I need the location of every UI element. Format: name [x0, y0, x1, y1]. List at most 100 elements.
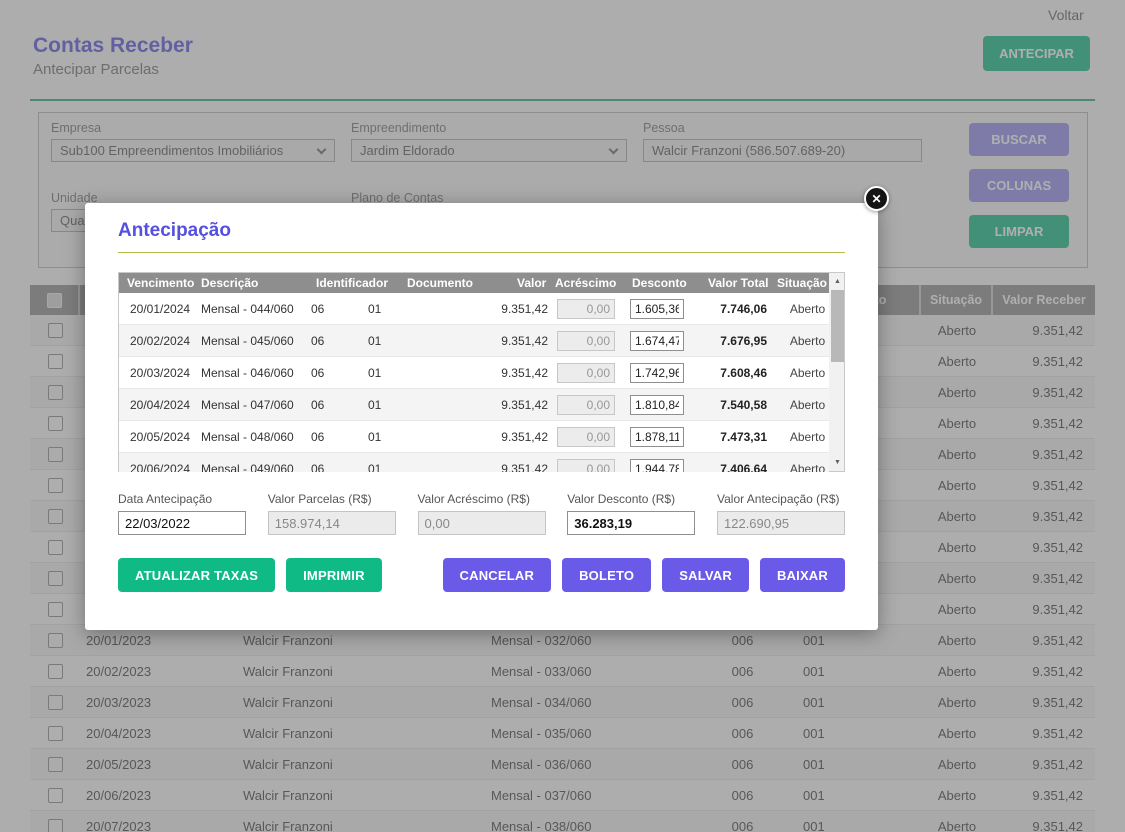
cell-acrescimo: [554, 395, 626, 415]
cell-vencimento: 20/06/2024: [119, 462, 201, 473]
acrescimo-input: [557, 459, 615, 473]
cell-situacao: Aberto: [786, 462, 829, 473]
cell-desconto: [626, 459, 698, 473]
cell-situacao: Aberto: [786, 366, 829, 380]
valor-parcelas-field-label: Valor Parcelas (R$): [268, 492, 396, 506]
col-valor-total: Valor Total: [708, 273, 768, 293]
cell-valor-total: 7.406,64: [698, 462, 786, 473]
data-antecipacao-field-input[interactable]: [118, 511, 246, 535]
cell-documento: 01: [353, 430, 420, 444]
cell-desconto: [626, 299, 698, 319]
data-antecipacao-field-label: Data Antecipação: [118, 492, 246, 506]
close-button[interactable]: ✕: [864, 186, 889, 211]
atualizar-taxas-button[interactable]: ATUALIZAR TAXAS: [118, 558, 275, 592]
cell-valor-total: 7.608,46: [698, 366, 786, 380]
summary-fields: Data Antecipação Valor Parcelas (R$) Valor…: [118, 492, 845, 535]
cell-situacao: Aberto: [786, 334, 829, 348]
cell-documento: 01: [353, 302, 420, 316]
cell-acrescimo: [554, 427, 626, 447]
col-identificador: Identificador: [316, 273, 388, 293]
installment-row: 20/02/2024Mensal - 045/06006019.351,427.…: [119, 325, 829, 357]
modal-title-divider: [118, 252, 845, 253]
scroll-up-icon[interactable]: ▲: [829, 274, 846, 289]
cell-valor: 9.351,42: [420, 398, 554, 412]
cell-identificador: 06: [311, 302, 353, 316]
cell-desconto: [626, 363, 698, 383]
imprimir-button[interactable]: IMPRIMIR: [286, 558, 382, 592]
cell-valor-total: 7.676,95: [698, 334, 786, 348]
desconto-input[interactable]: [630, 363, 684, 383]
valor-desconto-field: Valor Desconto (R$): [567, 492, 695, 535]
cell-descricao: Mensal - 049/060: [201, 462, 311, 473]
col-desconto: Desconto: [632, 273, 687, 293]
installment-row: 20/05/2024Mensal - 048/06006019.351,427.…: [119, 421, 829, 453]
cell-documento: 01: [353, 462, 420, 473]
cancelar-button[interactable]: CANCELAR: [443, 558, 552, 592]
cell-situacao: Aberto: [786, 430, 829, 444]
col-vencimento: Vencimento: [127, 273, 194, 293]
cell-desconto: [626, 331, 698, 351]
installments-table-header: Vencimento Descrição Identificador Docum…: [119, 273, 829, 293]
cell-descricao: Mensal - 047/060: [201, 398, 311, 412]
salvar-button[interactable]: SALVAR: [662, 558, 749, 592]
baixar-button[interactable]: BAIXAR: [760, 558, 845, 592]
col-descricao: Descrição: [201, 273, 258, 293]
cell-valor-total: 7.473,31: [698, 430, 786, 444]
valor-parcelas-field-input: [268, 511, 396, 535]
valor-parcelas-field: Valor Parcelas (R$): [268, 492, 396, 535]
scrollbar-thumb[interactable]: [831, 290, 844, 362]
valor-acrescimo-field: Valor Acréscimo (R$): [418, 492, 546, 535]
cell-descricao: Mensal - 045/060: [201, 334, 311, 348]
valor-acrescimo-field-label: Valor Acréscimo (R$): [418, 492, 546, 506]
boleto-button[interactable]: BOLETO: [562, 558, 651, 592]
cell-documento: 01: [353, 398, 420, 412]
installment-row: 20/01/2024Mensal - 044/06006019.351,427.…: [119, 293, 829, 325]
installment-row: 20/04/2024Mensal - 047/06006019.351,427.…: [119, 389, 829, 421]
table-scrollbar[interactable]: ▲ ▼: [829, 273, 844, 471]
desconto-input[interactable]: [630, 395, 684, 415]
acrescimo-input: [557, 331, 615, 351]
cell-acrescimo: [554, 363, 626, 383]
cell-valor: 9.351,42: [420, 462, 554, 473]
installments-table-body: 20/01/2024Mensal - 044/06006019.351,427.…: [119, 293, 829, 472]
cell-descricao: Mensal - 046/060: [201, 366, 311, 380]
desconto-input[interactable]: [630, 459, 684, 473]
acrescimo-input: [557, 427, 615, 447]
scroll-down-icon[interactable]: ▼: [829, 455, 846, 470]
valor-desconto-field-label: Valor Desconto (R$): [567, 492, 695, 506]
cell-documento: 01: [353, 334, 420, 348]
cell-situacao: Aberto: [786, 398, 829, 412]
desconto-input[interactable]: [630, 427, 684, 447]
installments-table: Vencimento Descrição Identificador Docum…: [118, 272, 845, 472]
cell-valor: 9.351,42: [420, 430, 554, 444]
cell-valor: 9.351,42: [420, 334, 554, 348]
cell-documento: 01: [353, 366, 420, 380]
cell-acrescimo: [554, 331, 626, 351]
antecipacao-modal: ✕ Antecipação Vencimento Descrição Ident…: [85, 203, 878, 630]
cell-vencimento: 20/03/2024: [119, 366, 201, 380]
modal-title: Antecipação: [118, 220, 231, 242]
col-acrescimo: Acréscimo: [555, 273, 616, 293]
cell-acrescimo: [554, 299, 626, 319]
valor-antecipacao-field: Valor Antecipação (R$): [717, 492, 845, 535]
data-antecipacao-field: Data Antecipação: [118, 492, 246, 535]
cell-identificador: 06: [311, 462, 353, 473]
cell-valor: 9.351,42: [420, 366, 554, 380]
cell-vencimento: 20/05/2024: [119, 430, 201, 444]
cell-desconto: [626, 427, 698, 447]
col-documento: Documento: [407, 273, 473, 293]
desconto-input[interactable]: [630, 299, 684, 319]
cell-vencimento: 20/04/2024: [119, 398, 201, 412]
cell-desconto: [626, 395, 698, 415]
cell-acrescimo: [554, 459, 626, 473]
close-icon: ✕: [871, 192, 881, 206]
cell-vencimento: 20/02/2024: [119, 334, 201, 348]
valor-antecipacao-field-input: [717, 511, 845, 535]
modal-actions: ATUALIZAR TAXAS IMPRIMIR CANCELAR BOLETO…: [118, 558, 845, 592]
cell-valor: 9.351,42: [420, 302, 554, 316]
cell-valor-total: 7.746,06: [698, 302, 786, 316]
valor-desconto-field-input[interactable]: [567, 511, 695, 535]
desconto-input[interactable]: [630, 331, 684, 351]
acrescimo-input: [557, 395, 615, 415]
cell-descricao: Mensal - 044/060: [201, 302, 311, 316]
